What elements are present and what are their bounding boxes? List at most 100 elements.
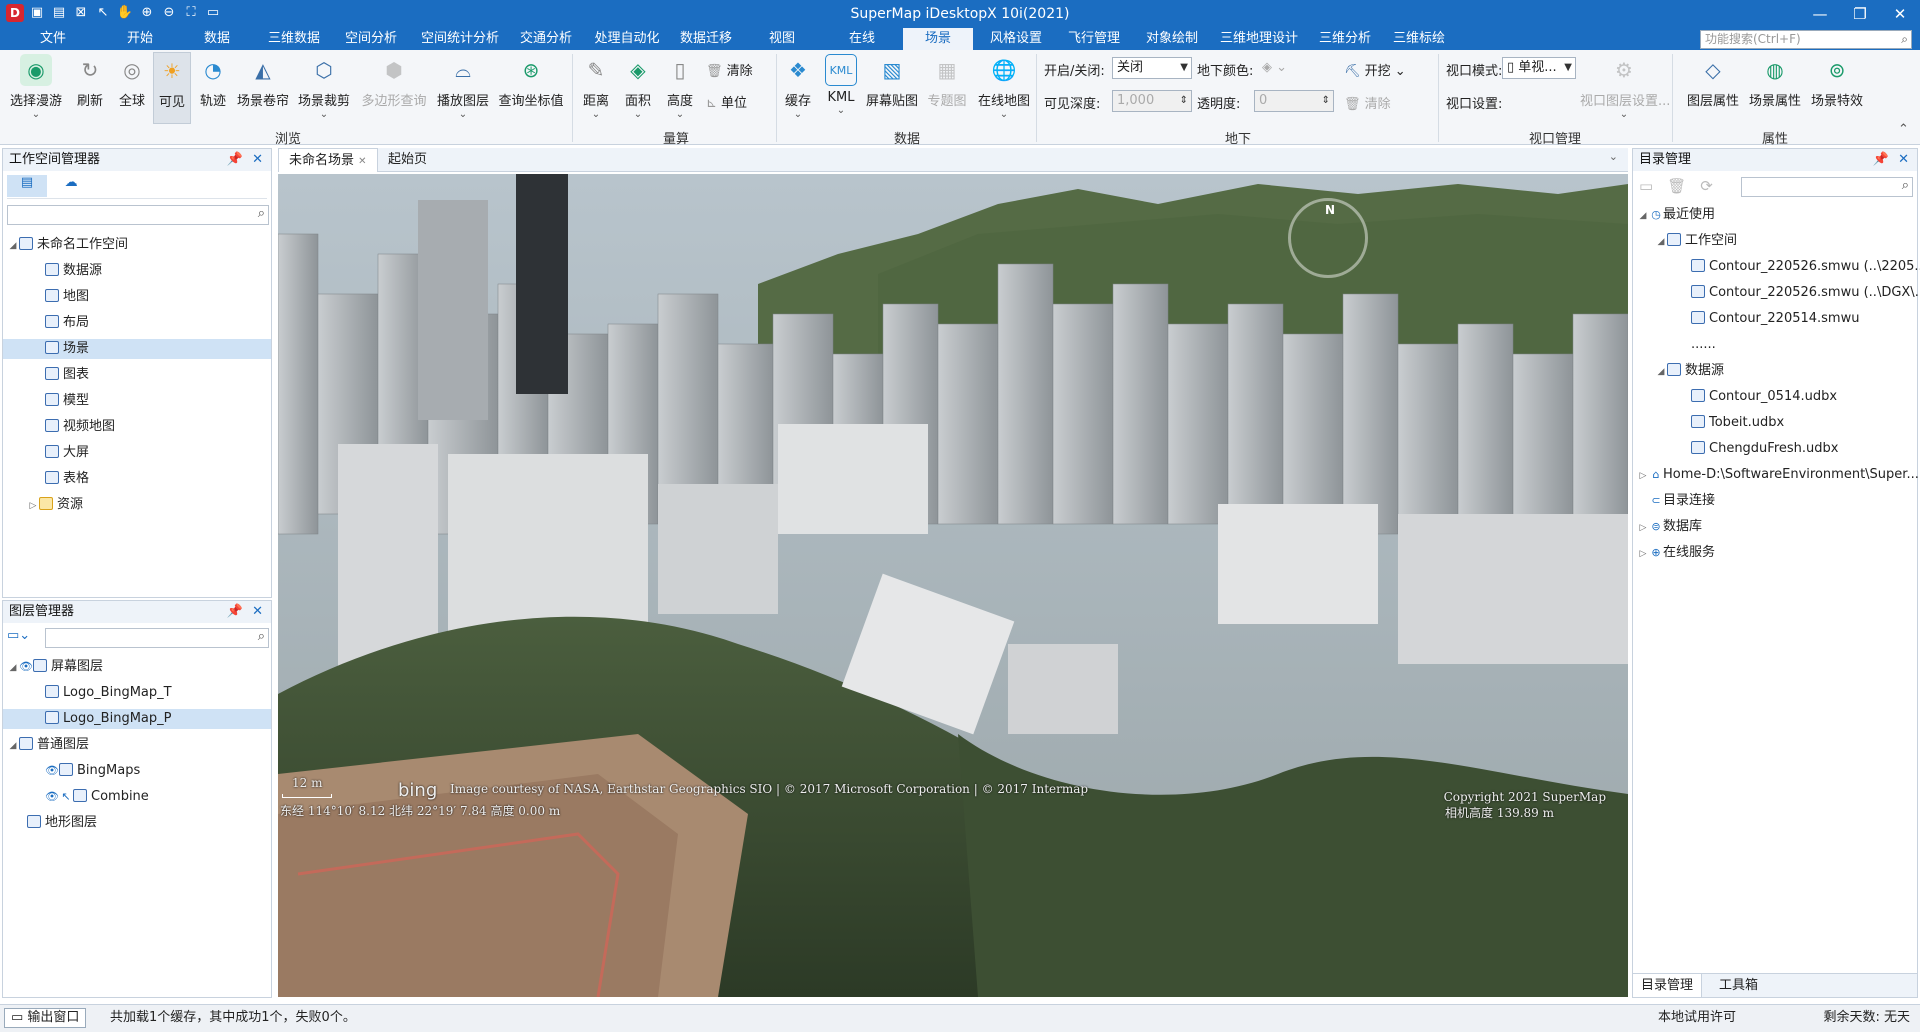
full-extent-button[interactable]: ◎ 全球 (112, 52, 152, 128)
collapse-arrow-icon[interactable]: ◢ (7, 736, 19, 756)
area-button[interactable]: ◈ 面积 ⌄ (618, 52, 658, 128)
tab-online[interactable]: 在线 (840, 28, 884, 50)
local-workspace-icon[interactable]: ▤ (7, 175, 47, 197)
tab-data-migration[interactable]: 数据迁移 (676, 28, 736, 50)
workspace-search-input[interactable]: ⌕ (7, 205, 269, 225)
tree-item-big-screen[interactable]: 大屏 (45, 443, 89, 463)
tab-3d-geo-design[interactable]: 三维地理设计 (1216, 28, 1302, 50)
close-icon[interactable]: ✕ (252, 149, 263, 171)
height-button[interactable]: ▯ 高度 ⌄ (660, 52, 700, 128)
selectable-icon[interactable]: ↖ (59, 787, 73, 807)
pin-icon[interactable]: 📌 (227, 601, 243, 623)
transparency-spinner[interactable]: 0 ⇕ (1254, 90, 1334, 112)
scene-viewport[interactable]: N 12 m bing Image courtesy of NASA, Eart… (278, 174, 1628, 997)
close-button[interactable]: ✕ (1880, 0, 1920, 28)
tab-start-page[interactable]: 起始页 (378, 148, 437, 172)
scene-props-button[interactable]: ◍ 场景属性 (1746, 52, 1804, 128)
add-layer-dropdown[interactable]: ▭⌄ (7, 628, 43, 648)
tree-item-layout[interactable]: 布局 (45, 313, 89, 333)
distance-button[interactable]: ✎ 距离 ⌄ (578, 52, 614, 128)
tab-spatial-analysis[interactable]: 空间分析 (341, 28, 401, 50)
excavate-button[interactable]: ⛏ 开挖 ⌄ (1344, 60, 1406, 79)
tree-item-datasource[interactable]: 数据源 (45, 261, 102, 281)
catalog-search-input[interactable]: ⌕ (1741, 177, 1913, 197)
viewport-layer-settings-button[interactable]: ⚙ 视口图层设置... ⌄ (1580, 52, 1670, 128)
catalog-ds-item[interactable]: Contour_0514.udbx (1691, 387, 1837, 407)
catalog-ds-item[interactable]: Tobeit.udbx (1691, 413, 1784, 433)
layer-group-screen[interactable]: ◢ 👁 屏幕图层 (7, 657, 103, 677)
expand-arrow-icon[interactable]: ▷ (1637, 518, 1649, 538)
layer-item-logo-p[interactable]: Logo_BingMap_P (3, 709, 271, 729)
layer-item-bingmaps[interactable]: 👁 BingMaps (45, 761, 140, 781)
expand-arrow-icon[interactable]: ▷ (1637, 466, 1649, 486)
track-button[interactable]: ◔ 轨迹 (194, 52, 232, 128)
measure-unit-button[interactable]: ⊾ 单位 (706, 92, 747, 111)
close-tab-icon[interactable]: ✕ (358, 156, 366, 167)
scene-effects-button[interactable]: ⊚ 场景特效 (1808, 52, 1866, 128)
tab-spatial-stats[interactable]: 空间统计分析 (416, 28, 504, 50)
pin-icon[interactable]: 📌 (1873, 149, 1889, 171)
tree-item-map[interactable]: 地图 (45, 287, 89, 307)
maximize-button[interactable]: ❐ (1840, 0, 1880, 28)
collapse-arrow-icon[interactable]: ◢ (1655, 362, 1667, 382)
layer-group-terrain[interactable]: 地形图层 (27, 813, 97, 833)
new-folder-icon[interactable]: ▭ (1639, 177, 1667, 195)
tree-item-video-map[interactable]: 视频地图 (45, 417, 115, 437)
tree-item-model[interactable]: 模型 (45, 391, 89, 411)
expand-arrow-icon[interactable]: ▷ (27, 496, 39, 516)
collapse-arrow-icon[interactable]: ◢ (1655, 232, 1667, 252)
tree-item-chart[interactable]: 图表 (45, 365, 89, 385)
catalog-ws-item[interactable]: Contour_220526.smwu (..\DGX\..) (1691, 283, 1920, 303)
minimize-button[interactable]: — (1800, 0, 1840, 28)
cloud-workspace-icon[interactable]: ☁ (51, 175, 91, 197)
catalog-connections[interactable]: ⊂ 目录连接 (1649, 491, 1715, 511)
collapse-arrow-icon[interactable]: ◢ (7, 658, 19, 678)
tab-3d-plot[interactable]: 三维标绘 (1388, 28, 1450, 50)
catalog-more[interactable]: ...... (1691, 335, 1716, 355)
tab-unnamed-scene[interactable]: 未命名场景 ✕ (278, 148, 378, 172)
close-icon[interactable]: ✕ (1898, 149, 1909, 171)
tab-3d-analysis[interactable]: 三维分析 (1314, 28, 1376, 50)
under-color-picker[interactable]: ◈ ⌄ (1262, 60, 1287, 75)
layer-item-logo-t[interactable]: Logo_BingMap_T (45, 683, 172, 703)
catalog-ws-item[interactable]: Contour_220514.smwu (1691, 309, 1859, 329)
compass-icon[interactable]: N (1288, 198, 1368, 278)
viewport-mode-select[interactable]: ▯ 单视... ▼ (1502, 57, 1576, 79)
select-roam-button[interactable]: ◉ 选择漫游 ⌄ (6, 52, 66, 128)
thematic-button[interactable]: ▦ 专题图 (924, 52, 970, 128)
catalog-online[interactable]: ▷ ⊕ 在线服务 (1637, 543, 1715, 563)
sync-icon[interactable]: ⟳ (1700, 177, 1727, 195)
tab-traffic-analysis[interactable]: 交通分析 (516, 28, 576, 50)
collapse-arrow-icon[interactable]: ◢ (1637, 206, 1649, 226)
scene-clip-button[interactable]: ⬡ 场景裁剪 ⌄ (296, 52, 352, 128)
catalog-ds-item[interactable]: ChengduFresh.udbx (1691, 439, 1838, 459)
refresh-button[interactable]: ↻ 刷新 (70, 52, 110, 128)
close-icon[interactable]: ✕ (252, 601, 263, 623)
function-search-input[interactable]: 功能搜索(Ctrl+F) ⌕ (1700, 30, 1912, 49)
on-off-select[interactable]: 关闭 ▼ (1112, 57, 1192, 79)
layer-props-button[interactable]: ◇ 图层属性 (1684, 52, 1742, 128)
tab-draw-objects[interactable]: 对象绘制 (1140, 28, 1204, 50)
tab-toolbox[interactable]: 工具箱 (1711, 974, 1766, 997)
measure-clear-button[interactable]: 🗑 清除 (706, 60, 753, 79)
query-coord-button[interactable]: ⊛ 查询坐标值 (496, 52, 566, 128)
visible-depth-spinner[interactable]: 1,000 ⇕ (1112, 90, 1192, 112)
catalog-ws-item[interactable]: Contour_220526.smwu (..\2205... (1691, 257, 1920, 277)
tab-start[interactable]: 开始 (117, 28, 163, 50)
tab-automation[interactable]: 处理自动化 (590, 28, 664, 50)
catalog-home[interactable]: ▷ ⌂ Home-D:\SoftwareEnvironment\Super... (1637, 465, 1919, 485)
tab-3d-data[interactable]: 三维数据 (262, 28, 326, 50)
tab-view[interactable]: 视图 (760, 28, 804, 50)
tab-data[interactable]: 数据 (194, 28, 240, 50)
tab-file[interactable]: 文件 (30, 28, 76, 50)
catalog-recent[interactable]: ◢ ◷ 最近使用 (1637, 205, 1715, 225)
roller-shutter-button[interactable]: ◭ 场景卷帘 (236, 52, 290, 128)
screen-map-button[interactable]: ▧ 屏幕贴图 (864, 52, 920, 128)
underground-clear-button[interactable]: 🗑 清除 (1344, 93, 1391, 112)
kml-button[interactable]: KML KML ⌄ (822, 52, 860, 128)
tab-flight[interactable]: 飞行管理 (1062, 28, 1126, 50)
catalog-database[interactable]: ▷ ⊜ 数据库 (1637, 517, 1702, 537)
visible-button[interactable]: ☀ 可见 (153, 52, 191, 124)
cache-button[interactable]: ❖ 缓存 ⌄ (780, 52, 816, 128)
eye-icon[interactable]: 👁 (19, 657, 33, 677)
